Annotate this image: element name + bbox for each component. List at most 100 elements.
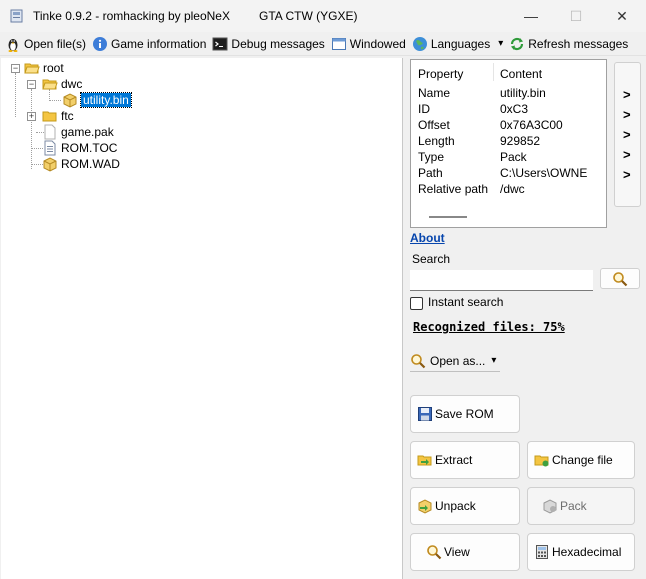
instant-search-checkbox[interactable] xyxy=(410,297,423,310)
console-icon xyxy=(212,37,228,50)
property-key: Offset xyxy=(418,118,450,132)
tree-connector xyxy=(31,89,32,169)
tree-node-utility-bin[interactable]: utility.bin xyxy=(62,92,132,108)
open-files-button[interactable]: Open file(s) xyxy=(3,33,90,55)
linux-penguin-icon xyxy=(8,38,18,52)
collapse-dwc-toggle[interactable]: − xyxy=(27,80,36,89)
instant-search-label[interactable]: Instant search xyxy=(428,295,503,309)
tree-node-label: ROM.TOC xyxy=(61,141,118,155)
tree-node-label: utility.bin xyxy=(80,92,132,108)
chevron-down-icon: ▾ xyxy=(498,38,504,49)
refresh-messages-button[interactable]: Refresh messages xyxy=(507,33,632,55)
tree-node-game-pak[interactable]: game.pak xyxy=(42,124,114,140)
change-file-button[interactable]: Change file xyxy=(527,441,635,479)
windowed-button[interactable]: Windowed xyxy=(329,33,410,55)
package-pack-icon xyxy=(543,499,557,514)
package-unpack-icon xyxy=(418,499,432,514)
toolbar: Open file(s) Game information Debug mess… xyxy=(0,32,646,56)
folder-icon xyxy=(42,111,57,122)
debug-messages-button[interactable]: Debug messages xyxy=(210,33,328,55)
tree-node-label: ROM.WAD xyxy=(61,157,120,171)
open-files-label: Open file(s) xyxy=(24,36,87,51)
minimize-button[interactable]: — xyxy=(508,0,554,32)
languages-label: Languages xyxy=(430,36,491,51)
tree-node-ftc[interactable]: ftc xyxy=(42,108,74,124)
property-key: Length xyxy=(418,134,455,148)
column-header-content[interactable]: Content xyxy=(500,67,542,81)
search-input[interactable] xyxy=(410,270,593,291)
window-title: Tinke 0.9.2 - romhacking by pleoNeX xyxy=(33,9,230,23)
close-button[interactable]: ✕ xyxy=(599,0,645,32)
text-file-icon xyxy=(44,140,56,156)
tree-connector xyxy=(15,73,16,117)
save-rom-button[interactable]: Save ROM xyxy=(410,395,520,433)
calculator-icon xyxy=(536,545,548,559)
tree-connector xyxy=(49,100,61,101)
chevron-down-icon: ▾ xyxy=(491,355,497,366)
property-value: 929852 xyxy=(500,134,541,148)
property-value: utility.bin xyxy=(500,86,546,100)
title-bar: Tinke 0.9.2 - romhacking by pleoNeX GTA … xyxy=(0,0,646,32)
tree-node-label: ftc xyxy=(61,109,74,123)
package-icon xyxy=(63,93,77,108)
languages-button[interactable]: Languages ▾ xyxy=(410,33,507,55)
expand-ftc-toggle[interactable]: + xyxy=(27,112,36,121)
property-value: 0xC3 xyxy=(500,102,529,116)
property-key: Type xyxy=(418,150,445,164)
game-information-label: Game information xyxy=(111,36,207,51)
refresh-messages-label: Refresh messages xyxy=(528,36,629,51)
search-button[interactable] xyxy=(600,268,640,289)
side-arrow-strip: > > > > > xyxy=(614,62,641,207)
tree-node-label: root xyxy=(43,61,64,75)
app-icon xyxy=(10,9,23,23)
window-subtitle: GTA CTW (YGXE) xyxy=(259,9,358,23)
search-icon xyxy=(613,271,628,286)
property-key: ID xyxy=(418,102,430,116)
arrow-right-button[interactable]: > xyxy=(623,87,631,102)
property-value: /dwc xyxy=(500,182,525,196)
game-information-button[interactable]: Game information xyxy=(90,33,210,55)
arrow-right-button[interactable]: > xyxy=(623,107,631,122)
folder-open-icon xyxy=(24,63,40,74)
tree-node-label: game.pak xyxy=(61,125,114,139)
info-icon xyxy=(93,36,108,51)
floppy-disk-icon xyxy=(418,407,432,421)
arrow-right-button[interactable]: > xyxy=(623,127,631,142)
window-icon xyxy=(331,37,346,50)
collapse-root-toggle[interactable]: − xyxy=(11,64,20,73)
horizontal-scrollbar[interactable] xyxy=(429,216,467,218)
unpack-label: Unpack xyxy=(435,499,476,513)
column-header-property[interactable]: Property xyxy=(418,67,463,81)
hexadecimal-label: Hexadecimal xyxy=(552,545,622,559)
magnifier-icon xyxy=(427,545,442,560)
tree-node-dwc[interactable]: dwc xyxy=(42,76,82,92)
folder-open-icon xyxy=(42,79,58,90)
open-as-dropdown[interactable]: Open as... ▾ xyxy=(410,350,500,372)
properties-list[interactable]: Property Content Name utility.bin ID 0xC… xyxy=(410,59,607,228)
property-value: Pack xyxy=(500,150,527,164)
save-rom-label: Save ROM xyxy=(435,407,494,421)
property-value: 0x76A3C00 xyxy=(500,118,563,132)
arrow-right-button[interactable]: > xyxy=(623,147,631,162)
file-tree[interactable]: − root − dwc utility.bin + ftc game.pak xyxy=(1,58,403,579)
extract-button[interactable]: Extract xyxy=(410,441,520,479)
arrow-right-button[interactable]: > xyxy=(623,167,631,182)
property-key: Path xyxy=(418,166,443,180)
hexadecimal-button[interactable]: Hexadecimal xyxy=(527,533,635,571)
tree-node-rom-wad[interactable]: ROM.WAD xyxy=(42,156,120,172)
column-divider xyxy=(493,63,494,81)
tree-node-label: dwc xyxy=(61,77,83,91)
tree-node-root[interactable]: root xyxy=(24,60,64,76)
folder-change-icon xyxy=(534,455,549,467)
property-key: Name xyxy=(418,86,451,100)
property-key: Relative path xyxy=(418,182,489,196)
about-link[interactable]: About xyxy=(410,231,445,245)
view-button[interactable]: View xyxy=(410,533,520,571)
pack-label: Pack xyxy=(560,499,587,513)
unpack-button[interactable]: Unpack xyxy=(410,487,520,525)
maximize-button: ☐ xyxy=(569,7,583,24)
extract-label: Extract xyxy=(435,453,473,467)
package-icon xyxy=(43,157,57,172)
folder-extract-icon xyxy=(417,455,432,466)
tree-node-rom-toc[interactable]: ROM.TOC xyxy=(42,140,117,156)
